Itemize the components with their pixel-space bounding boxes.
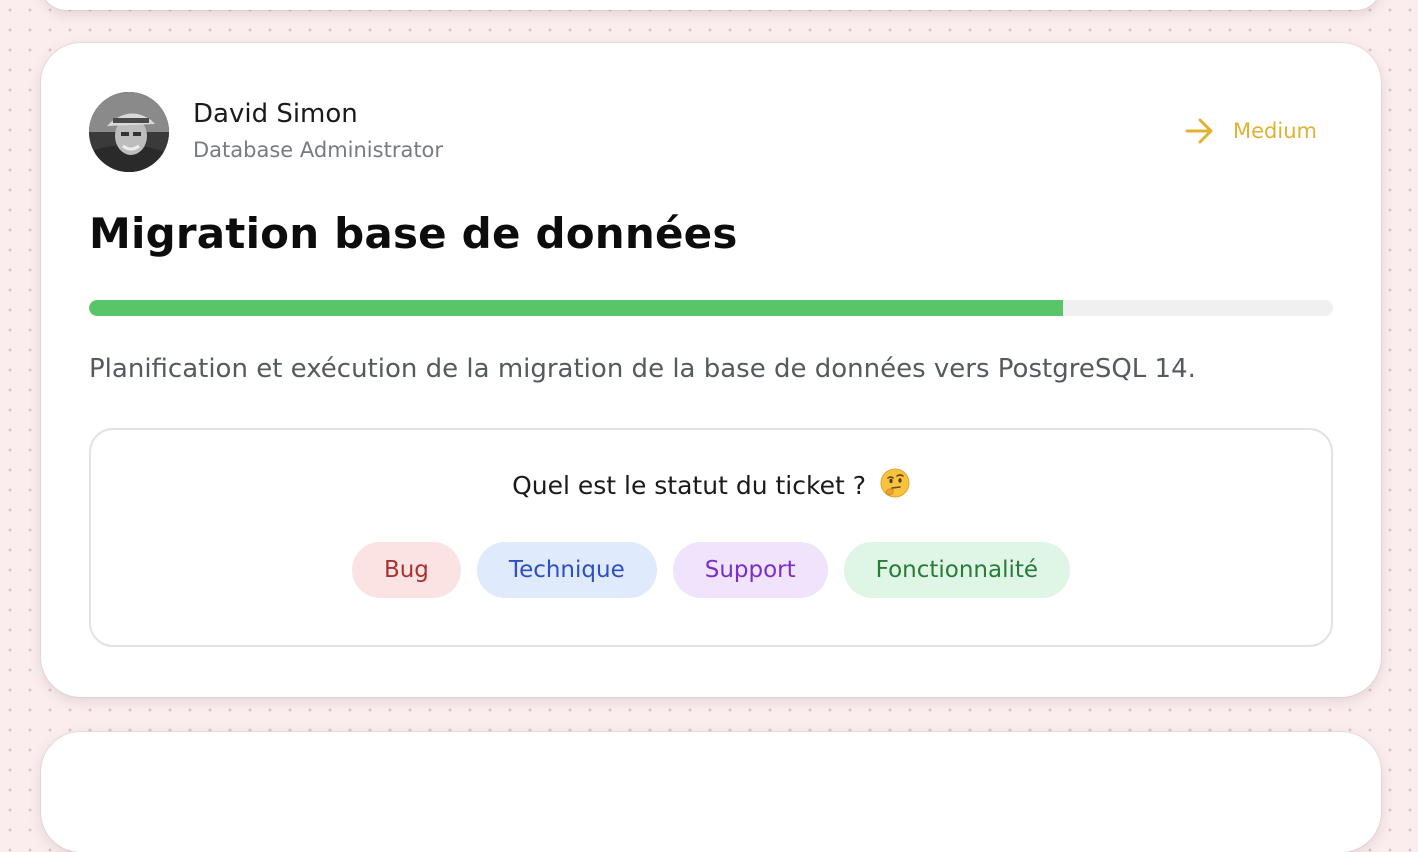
progress-fill	[89, 300, 1064, 316]
thinking-face-icon	[880, 468, 910, 504]
status-question-text: Quel est le statut du ticket ?	[512, 471, 866, 500]
avatar	[89, 92, 169, 172]
user-role: Database Administrator	[193, 138, 444, 162]
status-tags: Bug Technique Support Fonctionnalité	[91, 542, 1331, 598]
priority-indicator: Medium	[1185, 117, 1317, 145]
tag-bug-button[interactable]: Bug	[351, 542, 461, 598]
tag-fonctionnalite-button[interactable]: Fonctionnalité	[843, 542, 1071, 598]
status-selector: Quel est le statut du ticket ? Bug Techn…	[89, 428, 1333, 647]
tag-support-button[interactable]: Support	[672, 542, 828, 598]
ticket-card: David Simon Database Administrator Mediu…	[41, 43, 1381, 697]
ticket-title: Migration base de données	[89, 209, 738, 258]
previous-ticket-card	[41, 0, 1381, 10]
next-ticket-card	[41, 732, 1381, 852]
priority-label: Medium	[1233, 119, 1317, 143]
progress-bar	[89, 300, 1333, 316]
arrow-right-icon	[1185, 117, 1215, 145]
status-question: Quel est le statut du ticket ?	[91, 468, 1331, 504]
ticket-description: Planification et exécution de la migrati…	[89, 354, 1196, 384]
user-name: David Simon	[193, 99, 358, 129]
tag-technique-button[interactable]: Technique	[476, 542, 657, 598]
